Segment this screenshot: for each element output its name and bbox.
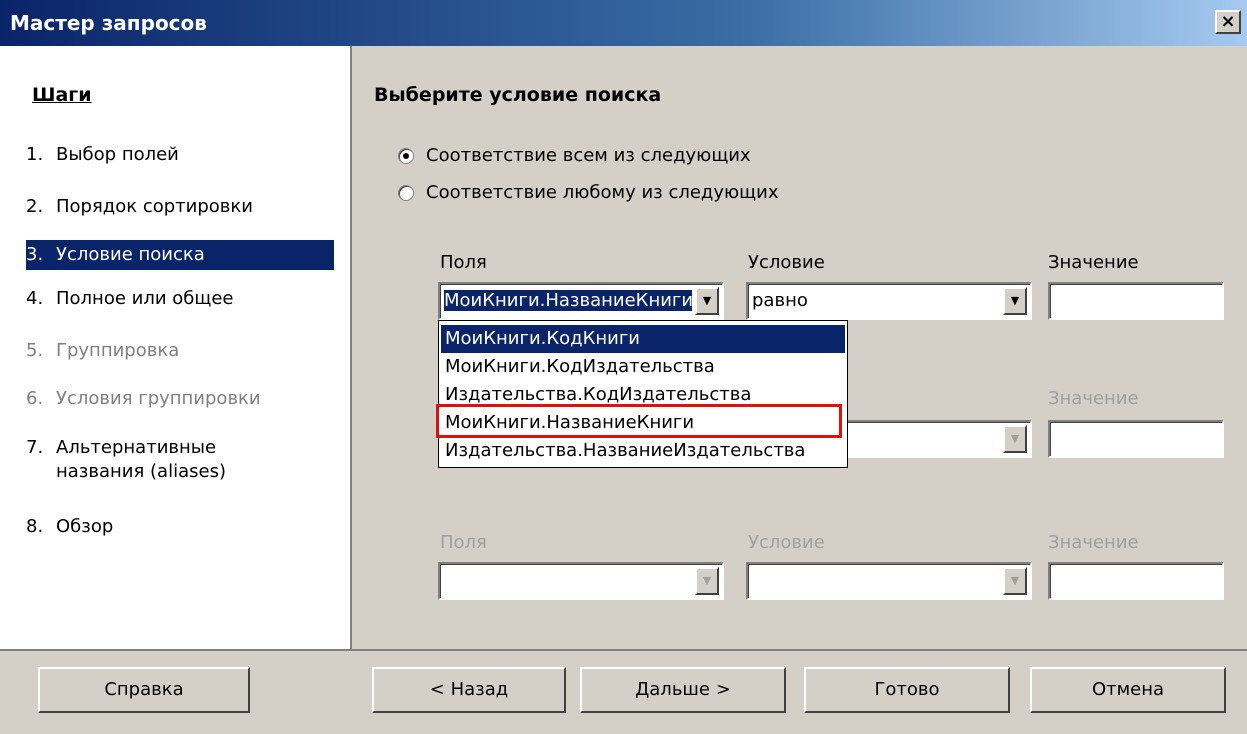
step-number: 2. — [26, 196, 44, 217]
sidebar-item-aliases[interactable]: 7. Альтернативные названия (aliases) — [26, 436, 334, 492]
value-input-3[interactable] — [1048, 562, 1224, 600]
step-number: 3. — [26, 244, 44, 265]
value-label-1: Значение — [1048, 252, 1139, 273]
sidebar-item-grouping-conditions: 6. Условия группировки — [26, 384, 334, 414]
sidebar-item-grouping: 5. Группировка — [26, 336, 334, 366]
value-label-2: Значение — [1048, 388, 1139, 409]
sidebar-item-overview[interactable]: 8. Обзор — [26, 512, 334, 542]
condition-label-3: Условие — [748, 532, 825, 553]
steps-sidebar: Шаги 1. Выбор полей 2. Порядок сортировки … — [0, 46, 352, 649]
chevron-down-icon: ▼ — [1003, 425, 1027, 453]
radio-match-any[interactable]: Соответствие любому из следующих — [398, 180, 778, 206]
title-bar: Мастер запросов × — [0, 0, 1247, 46]
dropdown-option[interactable]: МоиКниги.КодИздательства — [441, 353, 845, 381]
sidebar-item-field-selection[interactable]: 1. Выбор полей — [26, 140, 334, 170]
highlight-annotation — [436, 404, 842, 438]
sidebar-item-search-condition[interactable]: 3. Условие поиска — [26, 240, 334, 270]
radio-label: Соответствие любому из следующих — [426, 182, 779, 203]
step-label: Условие поиска — [56, 244, 205, 265]
radio-label: Соответствие всем из следующих — [426, 145, 751, 166]
radio-match-all[interactable]: Соответствие всем из следующих — [398, 143, 751, 169]
step-label: Обзор — [56, 516, 114, 537]
step-label: Группировка — [56, 340, 180, 361]
step-label: Альтернативные названия (aliases) — [56, 437, 226, 482]
fields-label-1: Поля — [440, 252, 487, 273]
finish-button[interactable]: Готово — [804, 667, 1010, 713]
window-title: Мастер запросов — [10, 11, 207, 35]
condition-select-1[interactable]: равно ▼ — [746, 282, 1032, 320]
next-button[interactable]: Дальше > — [580, 667, 786, 713]
fields-dropdown-list: МоиКниги.КодКниги МоиКниги.КодИздательст… — [438, 320, 848, 468]
step-number: 7. — [26, 437, 44, 458]
chevron-down-icon: ▼ — [695, 567, 719, 595]
back-button[interactable]: < Назад — [372, 667, 566, 713]
fields-label-3: Поля — [440, 532, 487, 553]
condition-select-3: ▼ — [746, 562, 1032, 600]
sidebar-item-sort-order[interactable]: 2. Порядок сортировки — [26, 192, 334, 222]
radio-checked-icon[interactable] — [398, 148, 414, 164]
step-label: Порядок сортировки — [56, 196, 253, 217]
radio-unchecked-icon[interactable] — [398, 185, 414, 201]
condition-select-value: равно — [752, 290, 808, 311]
step-number: 1. — [26, 144, 44, 165]
chevron-down-icon[interactable]: ▼ — [1003, 287, 1027, 315]
page-title: Выберите условие поиска — [374, 84, 662, 106]
step-label: Выбор полей — [56, 144, 179, 165]
step-label: Полное или общее — [56, 288, 234, 309]
fields-select-value: МоиКниги.НазваниеКниги — [444, 290, 692, 311]
step-label: Условия группировки — [56, 388, 261, 409]
condition-label-1: Условие — [748, 252, 825, 273]
dropdown-option[interactable]: МоиКниги.КодКниги — [441, 325, 845, 353]
dropdown-option[interactable]: Издательства.НазваниеИздательства — [441, 437, 845, 465]
step-number: 4. — [26, 288, 44, 309]
chevron-down-icon[interactable]: ▼ — [695, 287, 719, 315]
fields-select-1[interactable]: МоиКниги.НазваниеКниги ▼ — [438, 282, 724, 320]
step-number: 8. — [26, 516, 44, 537]
value-input-1[interactable] — [1048, 282, 1224, 320]
sidebar-item-full-or-summary[interactable]: 4. Полное или общее — [26, 284, 334, 314]
cancel-button[interactable]: Отмена — [1030, 667, 1226, 713]
close-button[interactable]: × — [1215, 10, 1241, 34]
chevron-down-icon: ▼ — [1003, 567, 1027, 595]
fields-select-3: ▼ — [438, 562, 724, 600]
value-input-2[interactable] — [1048, 420, 1224, 458]
steps-heading: Шаги — [32, 84, 92, 106]
help-button[interactable]: Справка — [38, 667, 250, 713]
value-label-3: Значение — [1048, 532, 1139, 553]
step-number: 6. — [26, 388, 44, 409]
step-number: 5. — [26, 340, 44, 361]
